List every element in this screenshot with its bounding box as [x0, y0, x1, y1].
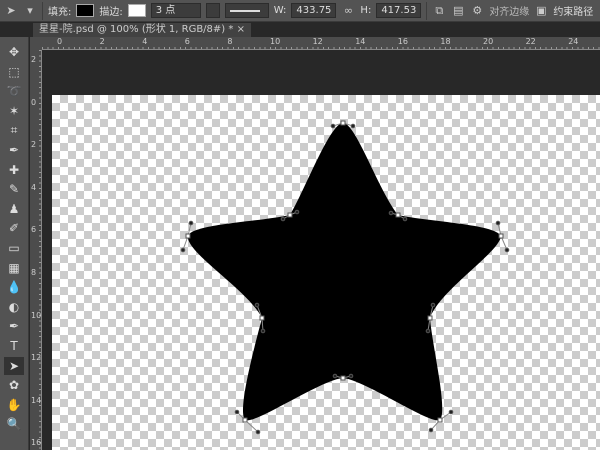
- bezier-handle[interactable]: [448, 409, 454, 415]
- anchor-point[interactable]: [185, 233, 191, 239]
- bezier-handle[interactable]: [294, 209, 300, 215]
- bezier-handle[interactable]: [402, 216, 408, 222]
- bezier-handle[interactable]: [348, 373, 354, 379]
- anchor-point[interactable]: [259, 315, 265, 321]
- anchor-point[interactable]: [340, 375, 346, 381]
- bezier-handle[interactable]: [350, 123, 356, 129]
- bezier-handle[interactable]: [332, 373, 338, 379]
- anchor-point[interactable]: [242, 417, 248, 423]
- bezier-handle[interactable]: [430, 302, 436, 308]
- anchor-point[interactable]: [498, 233, 504, 239]
- bezier-handle[interactable]: [180, 247, 186, 253]
- bezier-handle[interactable]: [234, 409, 240, 415]
- bezier-handle[interactable]: [188, 220, 194, 226]
- bezier-handle[interactable]: [388, 210, 394, 216]
- anchor-point[interactable]: [287, 212, 293, 218]
- anchor-point[interactable]: [340, 120, 346, 126]
- bezier-handle[interactable]: [495, 220, 501, 226]
- anchor-point[interactable]: [395, 212, 401, 218]
- star-shape-layer[interactable]: [0, 0, 600, 450]
- bezier-handle[interactable]: [504, 247, 510, 253]
- anchor-point[interactable]: [437, 417, 443, 423]
- bezier-handle[interactable]: [425, 328, 431, 334]
- bezier-handle[interactable]: [255, 429, 261, 435]
- bezier-handle[interactable]: [260, 328, 266, 334]
- bezier-handle[interactable]: [280, 216, 286, 222]
- bezier-handle[interactable]: [330, 123, 336, 129]
- bezier-handle[interactable]: [428, 427, 434, 433]
- bezier-handle[interactable]: [254, 302, 260, 308]
- anchor-point[interactable]: [427, 315, 433, 321]
